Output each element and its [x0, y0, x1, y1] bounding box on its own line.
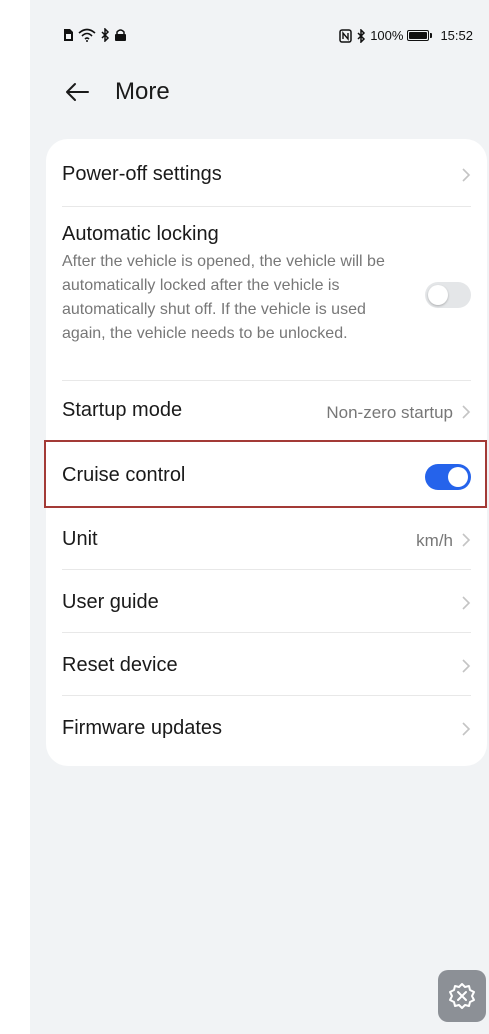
chevron-right-icon [462, 533, 471, 547]
back-button[interactable] [60, 76, 94, 108]
page-title: More [115, 78, 170, 105]
vpn-icon [115, 29, 126, 41]
settings-icon [449, 983, 475, 1009]
firmware-updates-row[interactable]: Firmware updates [62, 696, 471, 759]
settings-card: Power-off settings Automatic locking Aft… [46, 139, 487, 766]
user-guide-row[interactable]: User guide [62, 570, 471, 633]
cruise-control-label: Cruise control [62, 464, 186, 486]
status-left-icons [63, 28, 127, 42]
clock: 15:52 [440, 28, 473, 43]
chevron-right-icon [462, 659, 471, 673]
chevron-right-icon [462, 405, 471, 419]
arrow-left-icon [66, 83, 89, 101]
cruise-control-row: Cruise control [62, 442, 471, 506]
reset-device-row[interactable]: Reset device [62, 633, 471, 696]
unit-value: km/h [416, 531, 453, 550]
user-guide-label: User guide [62, 591, 159, 613]
firmware-updates-label: Firmware updates [62, 717, 223, 739]
automatic-locking-description: After the vehicle is opened, the vehicle… [62, 253, 385, 342]
floating-settings-button[interactable] [438, 970, 486, 1022]
chevron-right-icon [462, 596, 471, 610]
power-off-settings-label: Power-off settings [62, 163, 222, 185]
power-off-settings-row[interactable]: Power-off settings [62, 139, 471, 207]
startup-mode-row[interactable]: Startup mode Non-zero startup [62, 381, 471, 442]
automatic-locking-toggle[interactable] [425, 282, 471, 308]
startup-mode-value: Non-zero startup [326, 403, 453, 422]
sim-icon [64, 29, 73, 41]
automatic-locking-label: Automatic locking [62, 223, 219, 245]
chevron-right-icon [462, 168, 471, 182]
chevron-right-icon [462, 722, 471, 736]
nfc-icon [339, 28, 352, 43]
battery-percent: 100% [370, 28, 404, 43]
bluetooth-status-icon [101, 28, 110, 42]
unit-label: Unit [62, 528, 98, 550]
toggle-knob [448, 467, 468, 487]
reset-device-label: Reset device [62, 654, 178, 676]
automatic-locking-row: Automatic locking After the vehicle is o… [62, 207, 471, 381]
battery-icon [407, 30, 433, 41]
title-bar: More [30, 72, 489, 112]
cruise-control-toggle[interactable] [425, 464, 471, 490]
toggle-knob [428, 285, 448, 305]
status-bar: 100% 15:52 [30, 0, 489, 72]
startup-mode-label: Startup mode [62, 399, 183, 421]
status-right-icons: 100% 15:52 [339, 28, 473, 43]
unit-row[interactable]: Unit km/h [62, 506, 471, 570]
bluetooth-icon [357, 28, 366, 43]
screen: 100% 15:52 More Power-off settings Autom… [30, 0, 489, 1034]
wifi-icon [78, 28, 96, 42]
